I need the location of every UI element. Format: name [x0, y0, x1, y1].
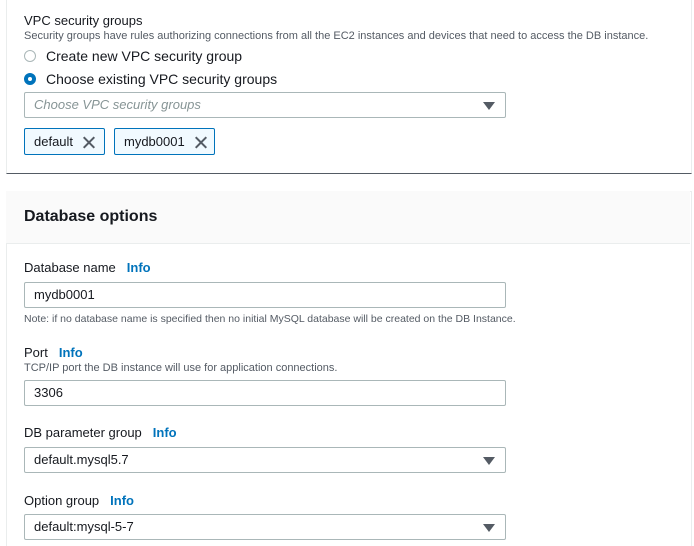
vpc-security-groups-select[interactable]: Choose VPC security groups: [24, 92, 506, 118]
option-group-value: default:mysql-5-7: [34, 519, 134, 534]
option-group-label-row: Option group Info: [24, 493, 134, 508]
database-name-label: Database name: [24, 260, 116, 275]
port-input[interactable]: 3306: [24, 380, 506, 406]
port-info-link[interactable]: Info: [59, 345, 83, 360]
database-name-input[interactable]: mydb0001: [24, 282, 506, 308]
radio-choose-existing-label: Choose existing VPC security groups: [46, 71, 278, 87]
database-options-title: Database options: [24, 208, 158, 225]
radio-choose-existing-vpc-sg[interactable]: Choose existing VPC security groups: [24, 71, 277, 87]
radio-unchecked-icon[interactable]: [24, 50, 36, 62]
token-mydb0001: mydb0001: [114, 128, 215, 155]
token-label: default: [34, 134, 74, 149]
port-label-row: Port Info: [24, 345, 83, 360]
db-parameter-group-label: DB parameter group: [24, 425, 142, 440]
vpc-security-groups-placeholder: Choose VPC security groups: [34, 97, 201, 112]
token-default: default: [24, 128, 105, 155]
port-description: TCP/IP port the DB instance will use for…: [24, 362, 338, 374]
radio-create-new-label: Create new VPC security group: [46, 48, 243, 64]
vpc-security-groups-description: Security groups have rules authorizing c…: [24, 30, 649, 42]
remove-token-icon[interactable]: [195, 136, 206, 148]
database-name-label-row: Database name Info: [24, 260, 151, 275]
database-name-info-link[interactable]: Info: [127, 260, 151, 275]
caret-down-icon: [483, 524, 495, 532]
db-parameter-group-label-row: DB parameter group Info: [24, 425, 177, 440]
radio-create-new-vpc-sg[interactable]: Create new VPC security group: [24, 48, 242, 64]
db-parameter-group-select[interactable]: default.mysql5.7: [24, 447, 506, 473]
rds-create-database-page: VPC security groups Security groups have…: [0, 0, 694, 546]
token-label: mydb0001: [124, 134, 185, 149]
caret-down-icon: [483, 102, 495, 110]
remove-token-icon[interactable]: [83, 136, 95, 148]
db-parameter-group-value: default.mysql5.7: [34, 452, 129, 467]
option-group-label: Option group: [24, 493, 100, 508]
db-parameter-group-info-link[interactable]: Info: [153, 425, 177, 440]
option-group-info-link[interactable]: Info: [110, 493, 134, 508]
vpc-security-groups-label: VPC security groups: [24, 13, 143, 28]
port-label: Port: [24, 345, 48, 360]
database-name-note: Note: if no database name is specified t…: [24, 313, 516, 325]
radio-checked-icon[interactable]: [24, 73, 36, 85]
option-group-select[interactable]: default:mysql-5-7: [24, 514, 506, 540]
caret-down-icon: [483, 457, 495, 465]
